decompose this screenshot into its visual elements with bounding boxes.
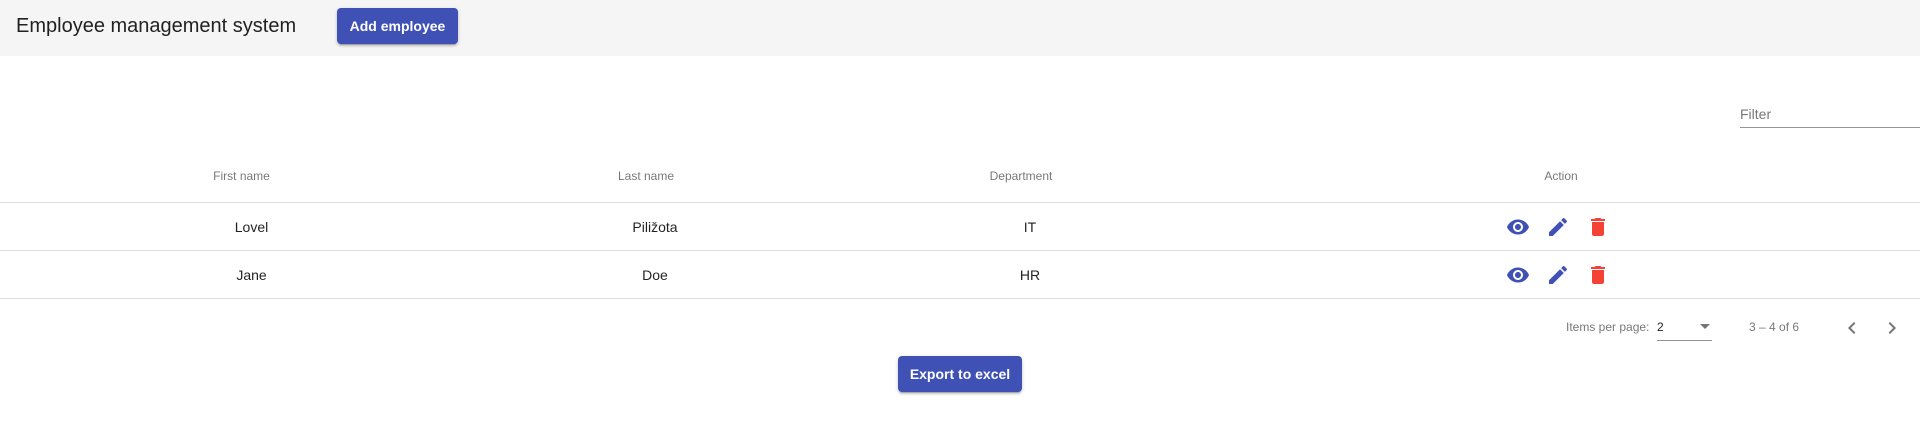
- edit-button[interactable]: [1546, 263, 1570, 287]
- view-button[interactable]: [1506, 263, 1530, 287]
- chevron-right-icon: [1888, 322, 1896, 334]
- items-per-page-select[interactable]: 2: [1657, 314, 1712, 341]
- row-actions: [1506, 203, 1610, 250]
- delete-button[interactable]: [1586, 263, 1610, 287]
- cell-department: IT: [1023, 218, 1037, 235]
- cell-first-name: Jane: [236, 266, 267, 283]
- delete-button[interactable]: [1586, 215, 1610, 239]
- column-header-last-name[interactable]: Last name: [556, 150, 736, 202]
- view-button[interactable]: [1506, 215, 1530, 239]
- table-header-row: First name Last name Department Action: [0, 150, 1920, 203]
- edit-button[interactable]: [1546, 215, 1570, 239]
- table-row: Lovel Piližota IT: [0, 203, 1920, 251]
- column-header-department[interactable]: Department: [930, 150, 1112, 202]
- dropdown-arrow-icon: [1700, 324, 1710, 329]
- cell-first-name: Lovel: [234, 218, 269, 235]
- paginator: Items per page: 2 3 – 4 of 6: [0, 310, 1920, 346]
- chevron-left-icon: [1848, 322, 1856, 334]
- cell-department: HR: [1019, 266, 1041, 283]
- eye-icon: [1507, 267, 1529, 282]
- pencil-icon: [1549, 265, 1568, 284]
- next-page-button[interactable]: [1880, 316, 1904, 340]
- column-header-first-name[interactable]: First name: [150, 150, 333, 202]
- items-per-page-value: 2: [1657, 320, 1664, 334]
- app-toolbar: Employee management system Add employee: [0, 0, 1920, 56]
- trash-icon: [1591, 217, 1605, 236]
- pencil-icon: [1549, 217, 1568, 236]
- previous-page-button[interactable]: [1840, 316, 1864, 340]
- page-range-label: 3 – 4 of 6: [1749, 320, 1800, 334]
- cell-last-name: Piližota: [632, 218, 678, 235]
- add-employee-button[interactable]: Add employee: [337, 8, 458, 44]
- filter-field: [1740, 96, 1920, 130]
- app-title: Employee management system: [16, 15, 297, 37]
- column-header-action: Action: [1544, 169, 1578, 183]
- row-actions: [1506, 251, 1610, 298]
- filter-input[interactable]: [1740, 96, 1920, 128]
- items-per-page-label: Items per page:: [1566, 320, 1650, 334]
- cell-last-name: Doe: [642, 266, 668, 283]
- export-to-excel-button[interactable]: Export to excel: [898, 356, 1022, 392]
- eye-icon: [1507, 219, 1529, 234]
- trash-icon: [1591, 265, 1605, 284]
- table-row: Jane Doe HR: [0, 251, 1920, 299]
